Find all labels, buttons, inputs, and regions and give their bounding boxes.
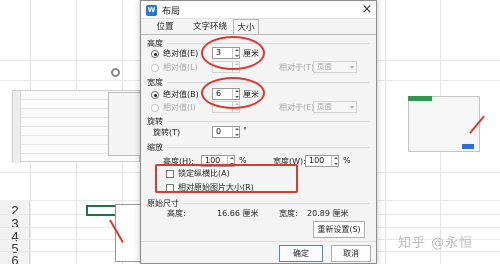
height-relative-radio[interactable] bbox=[151, 64, 159, 72]
spin-arrows-icon[interactable] bbox=[331, 156, 338, 166]
tab-position[interactable]: 位置 bbox=[151, 19, 179, 35]
thumbnail-ok-button bbox=[462, 144, 474, 149]
tab-strip: 位置 文字环绕 大小 bbox=[141, 19, 376, 35]
watermark-text: 知乎 @永恒 bbox=[398, 236, 474, 251]
dialog-titlebar: W 布局 × bbox=[141, 1, 376, 19]
annotation-ellipse-height bbox=[201, 36, 265, 70]
height-relative-select[interactable]: 页面 bbox=[313, 61, 357, 73]
tab-divider bbox=[141, 34, 376, 35]
chevron-down-icon bbox=[350, 106, 354, 109]
section-divider bbox=[167, 43, 369, 44]
layout-dialog: W 布局 × 位置 文字环绕 大小 高度 绝对值(E) 3 厘米 相对值(L) … bbox=[140, 0, 377, 264]
section-divider bbox=[183, 203, 369, 204]
original-height-label: 高度: bbox=[167, 209, 186, 218]
width-section-label: 宽度 bbox=[147, 78, 163, 87]
section-divider bbox=[167, 121, 369, 122]
width-relative-select[interactable]: 页面 bbox=[313, 101, 357, 113]
original-width-value: 20.89 厘米 bbox=[307, 209, 349, 218]
ok-button[interactable]: 确定 bbox=[279, 245, 323, 262]
reset-button[interactable]: 重新设置(S) bbox=[313, 221, 365, 238]
grid-line bbox=[385, 0, 386, 264]
section-divider bbox=[167, 82, 369, 83]
rotate-unit: ° bbox=[243, 126, 247, 135]
width-relative-select-value: 页面 bbox=[317, 102, 332, 111]
tab-size[interactable]: 大小 bbox=[233, 19, 259, 35]
spin-arrows-icon[interactable] bbox=[232, 127, 239, 137]
scale-width-input[interactable]: 100 bbox=[305, 155, 339, 167]
width-absolute-label: 绝对值(B) bbox=[163, 90, 199, 99]
height-section-label: 高度 bbox=[147, 39, 163, 48]
rotate-section-label: 旋转 bbox=[147, 117, 163, 126]
width-relative-of-label: 相对于(E) bbox=[279, 103, 315, 112]
scale-section-label: 缩放 bbox=[147, 143, 163, 152]
annotation-ellipse-width bbox=[201, 77, 265, 109]
chevron-down-icon bbox=[350, 66, 354, 69]
mini-row-header bbox=[13, 91, 21, 163]
width-absolute-radio[interactable] bbox=[151, 91, 159, 99]
cancel-button[interactable]: 取消 bbox=[331, 245, 371, 262]
row-number: 6 bbox=[11, 253, 19, 264]
wps-app-icon: W bbox=[146, 5, 157, 16]
original-width-label: 宽度: bbox=[279, 209, 298, 218]
scale-width-percent: % bbox=[343, 156, 351, 165]
embedded-dropdown-image bbox=[108, 92, 142, 156]
annotation-rect-checkboxes bbox=[155, 164, 298, 193]
height-relative-of-label: 相对于(T) bbox=[279, 63, 315, 72]
width-relative-radio[interactable] bbox=[151, 104, 159, 112]
original-height-value: 16.66 厘米 bbox=[217, 209, 259, 218]
width-relative-label: 相对值(I) bbox=[163, 103, 196, 112]
dialog-title: 布局 bbox=[162, 7, 181, 17]
rotate-value: 0 bbox=[216, 127, 222, 136]
height-relative-select-value: 页面 bbox=[317, 62, 332, 71]
height-relative-label: 相对值(L) bbox=[163, 63, 198, 72]
height-absolute-radio[interactable] bbox=[151, 50, 159, 58]
rotate-input[interactable]: 0 bbox=[212, 126, 240, 138]
tab-text-wrap[interactable]: 文字环绕 bbox=[185, 19, 235, 35]
thumbnail-tab bbox=[408, 96, 432, 101]
rotate-handle-icon[interactable] bbox=[111, 68, 120, 77]
section-divider bbox=[167, 147, 369, 148]
scale-width-value: 100 bbox=[309, 156, 325, 165]
button-bar-divider bbox=[141, 241, 376, 242]
close-icon[interactable]: × bbox=[360, 2, 374, 17]
height-absolute-label: 绝对值(E) bbox=[163, 49, 199, 58]
rotate-label: 旋转(T) bbox=[153, 128, 181, 137]
